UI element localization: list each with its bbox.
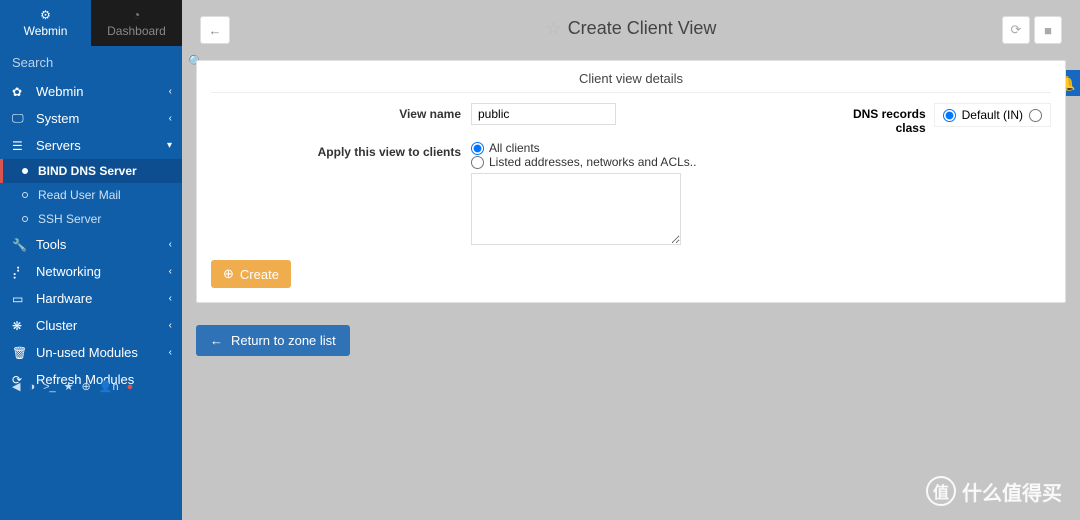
details-panel: Client view details View name DNS record… (196, 60, 1066, 303)
radio-listed[interactable] (471, 156, 484, 169)
page-title-wrap: ☆ Create Client View (196, 18, 1066, 39)
chevron-left-icon: ‹ (169, 239, 172, 250)
form-grid: View name DNS records class Default (IN)… (211, 103, 1051, 248)
moon-icon[interactable]: ◑ (28, 381, 35, 393)
label-view-name: View name (211, 103, 461, 121)
sidebar-tabs: ⚙ Webmin ◔ Dashboard (0, 0, 182, 46)
stop-button[interactable]: ■ (1034, 16, 1062, 44)
create-button[interactable]: ⊕Create (211, 260, 291, 288)
bullet-icon (22, 216, 28, 222)
page-title: Create Client View (568, 18, 717, 38)
chevron-left-icon: ‹ (169, 347, 172, 358)
webmin-icon: ⚙ (40, 8, 51, 22)
watermark-logo-icon: 值 (926, 476, 956, 506)
bottom-toolbar: ◀ ◑ >_ ★ ⊕ 👤n ● (12, 380, 133, 393)
arrow-left-icon: ← (210, 333, 223, 348)
plus-circle-icon: ⊕ (223, 266, 234, 282)
panel-title: Client view details (211, 71, 1051, 93)
gear-icon: ✿ (12, 85, 28, 99)
power-icon[interactable]: ● (127, 381, 134, 393)
chevron-left-icon: ‹ (169, 113, 172, 124)
menu-hardware[interactable]: ▭Hardware‹ (0, 285, 182, 312)
bullet-icon (22, 168, 28, 174)
server-icon: ☰ (12, 139, 28, 153)
menu-networking[interactable]: ⡜Networking‹ (0, 258, 182, 285)
share-icon: ⡜ (12, 265, 28, 279)
globe-icon[interactable]: ⊕ (82, 380, 91, 393)
return-button[interactable]: ←Return to zone list (196, 325, 350, 356)
reload-icon: ⟳ (1011, 22, 1022, 38)
view-name-input[interactable] (471, 103, 616, 125)
search-row: 🔍 (0, 46, 182, 78)
menu-webmin[interactable]: ✿Webmin‹ (0, 78, 182, 105)
radio-all-clients-label: All clients (489, 141, 540, 155)
acl-textarea[interactable] (471, 173, 681, 245)
main-content: ← ☆ Create Client View ⟳ ■ Client view de… (182, 0, 1080, 520)
search-input[interactable] (12, 55, 188, 70)
sidebar-item-bind-dns[interactable]: BIND DNS Server (0, 159, 182, 183)
sidebar-item-read-mail[interactable]: Read User Mail (0, 183, 182, 207)
tab-webmin-label: Webmin (24, 24, 68, 38)
radio-all-clients[interactable] (471, 142, 484, 155)
sidebar-item-ssh-server[interactable]: SSH Server (0, 207, 182, 231)
terminal-icon[interactable]: >_ (43, 381, 56, 393)
tab-dashboard[interactable]: ◔ Dashboard (91, 0, 182, 46)
tab-dashboard-label: Dashboard (107, 24, 166, 38)
menu-system[interactable]: 🖵System‹ (0, 105, 182, 132)
reload-button[interactable]: ⟳ (1002, 16, 1030, 44)
chevron-left-icon: ‹ (169, 320, 172, 331)
trash-icon: 🗑 (12, 346, 28, 360)
sidebar: ⚙ Webmin ◔ Dashboard 🔍 ✿Webmin‹ 🖵System‹… (0, 0, 182, 520)
monitor-icon: 🖵 (12, 111, 28, 126)
menu-servers[interactable]: ☰Servers▾ (0, 132, 182, 159)
radio-default-in-label: Default (IN) (962, 108, 1023, 122)
stop-icon: ■ (1044, 23, 1052, 38)
tab-webmin[interactable]: ⚙ Webmin (0, 0, 91, 46)
menu-unused[interactable]: 🗑Un-used Modules‹ (0, 339, 182, 366)
dns-class-group: DNS records class Default (IN) (831, 103, 1051, 135)
menu-cluster[interactable]: ❋Cluster‹ (0, 312, 182, 339)
wrench-icon: 🔧 (12, 238, 28, 252)
chevron-left-icon: ‹ (169, 266, 172, 277)
radio-other-class[interactable] (1029, 109, 1042, 122)
star-icon[interactable]: ★ (64, 380, 74, 393)
chevron-left-icon: ‹ (169, 86, 172, 97)
header-buttons: ⟳ ■ (1002, 16, 1062, 44)
dashboard-icon: ◔ (133, 8, 140, 22)
disk-icon: ▭ (12, 292, 28, 306)
chevron-left-icon: ‹ (169, 293, 172, 304)
bullet-icon (22, 192, 28, 198)
watermark: 值 什么值得买 (926, 476, 1062, 506)
cluster-icon: ❋ (12, 319, 28, 333)
collapse-icon[interactable]: ◀ (12, 380, 20, 393)
user-icon[interactable]: 👤n (99, 380, 119, 393)
star-outline-icon[interactable]: ☆ (546, 18, 562, 38)
page-header: ← ☆Create Client View ⟳ ■ (196, 14, 1066, 50)
chevron-down-icon: ▾ (167, 140, 172, 151)
radio-listed-label: Listed addresses, networks and ACLs.. (489, 155, 696, 169)
menu-tools[interactable]: 🔧Tools‹ (0, 231, 182, 258)
watermark-text: 什么值得买 (962, 477, 1062, 506)
radio-default-in[interactable] (943, 109, 956, 122)
label-apply-to: Apply this view to clients (211, 141, 461, 159)
label-dns-class: DNS records class (853, 107, 926, 135)
